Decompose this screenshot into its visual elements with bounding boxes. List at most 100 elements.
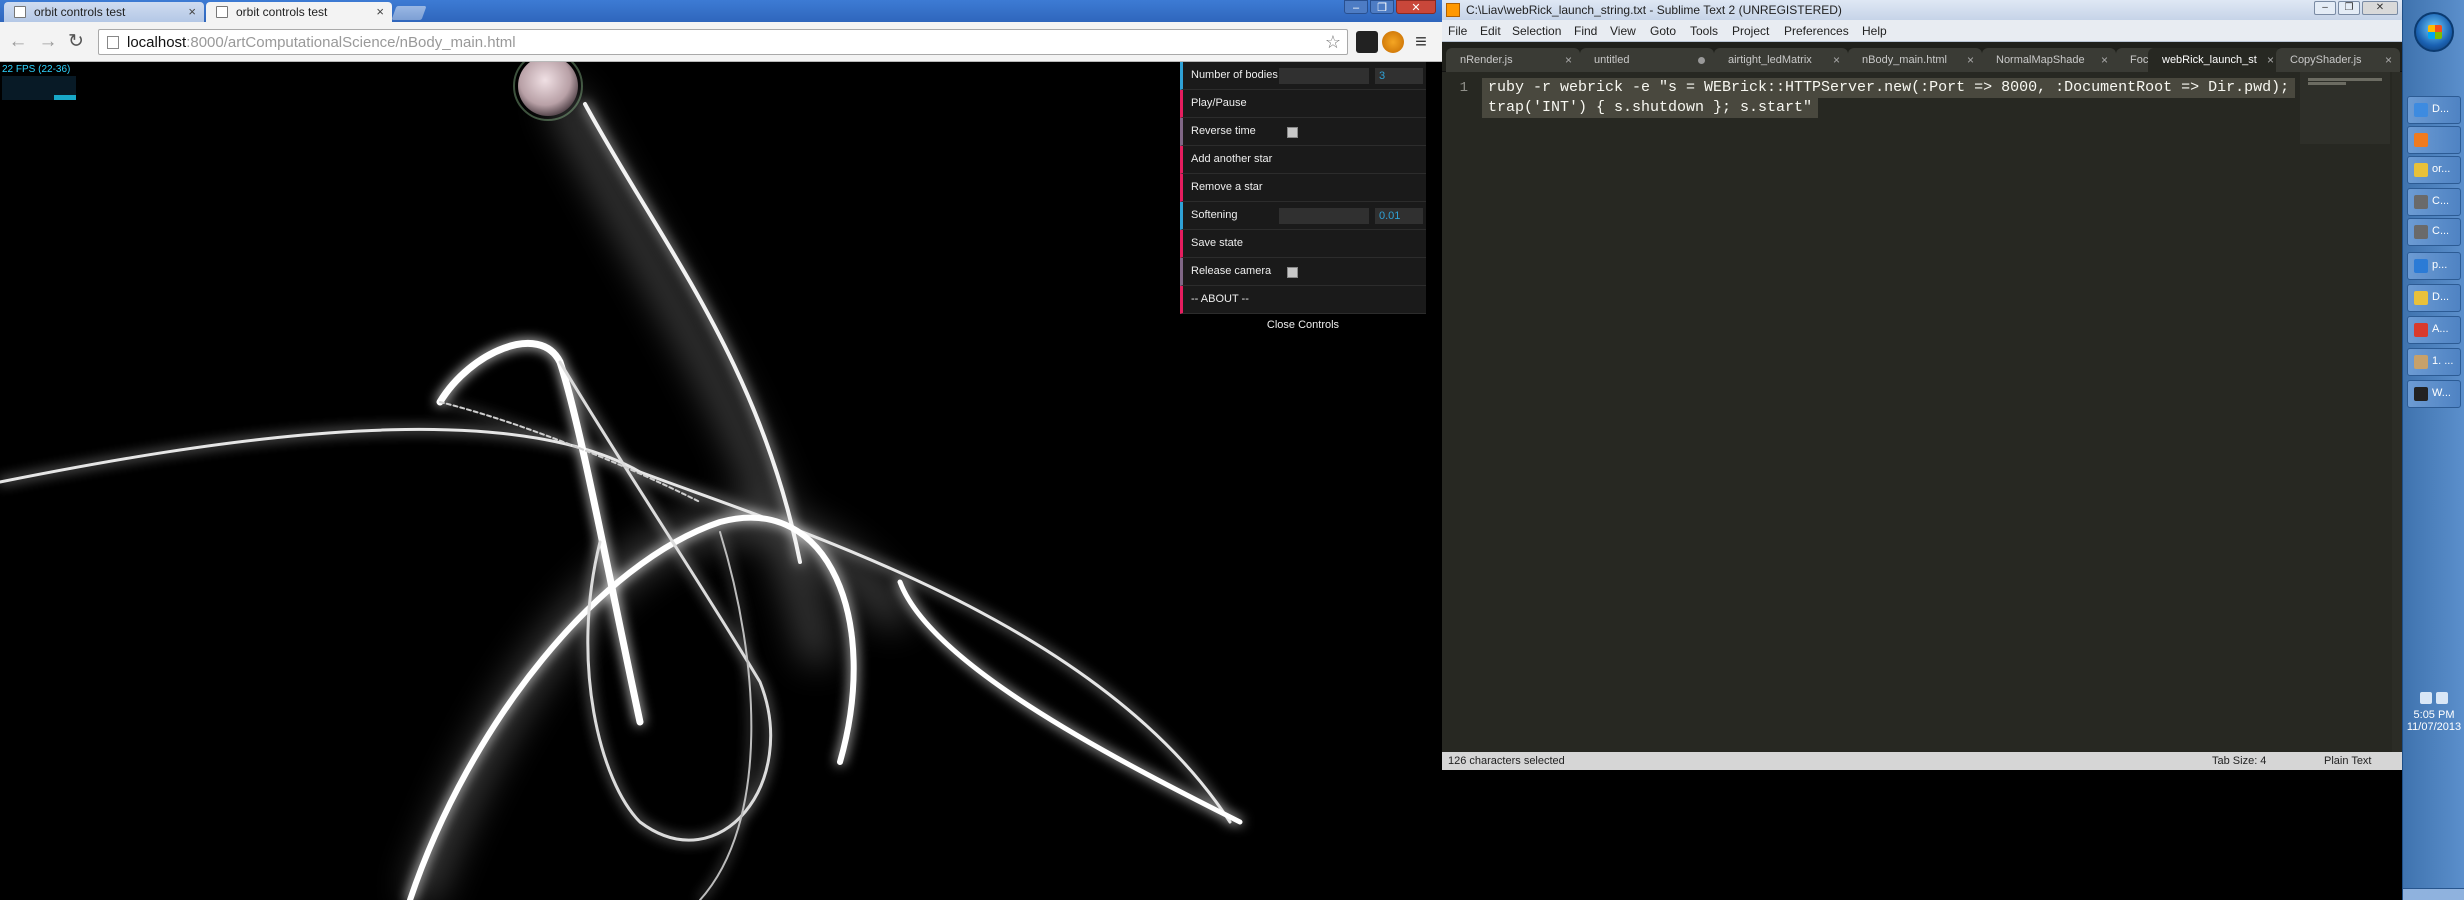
window-title: C:\Liav\webRick_launch_string.txt - Subl… <box>1466 3 1842 17</box>
minimap[interactable] <box>2300 72 2390 144</box>
number-of-bodies-value[interactable]: 3 <box>1375 68 1423 84</box>
number-of-bodies-control[interactable]: Number of bodies 3 <box>1180 62 1426 90</box>
reverse-time-control[interactable]: Reverse time <box>1180 118 1426 146</box>
taskbar-window-button[interactable]: 1. ... <box>2407 348 2461 376</box>
vertical-scrollbar[interactable] <box>2392 72 2402 752</box>
menu-goto[interactable]: Goto <box>1650 24 1676 38</box>
about-button[interactable]: -- ABOUT -- <box>1180 286 1426 314</box>
softening-slider[interactable] <box>1279 208 1369 224</box>
orbit-trail <box>0 427 1232 824</box>
taskbar-window-button[interactable]: C... <box>2407 218 2461 246</box>
remove-star-button[interactable]: Remove a star <box>1180 174 1426 202</box>
extension-cookie-icon[interactable] <box>1382 31 1404 53</box>
chrome-tab-1[interactable]: orbit controls test × <box>4 2 204 22</box>
control-label: Softening <box>1191 209 1238 221</box>
menu-help[interactable]: Help <box>1862 24 1887 38</box>
close-controls-button[interactable]: Close Controls <box>1180 314 1426 334</box>
taskbar-window-button[interactable]: p... <box>2407 252 2461 280</box>
flag-icon[interactable] <box>2420 692 2432 704</box>
taskbar-button-label: p... <box>2432 259 2448 271</box>
close-tab-icon[interactable]: × <box>2267 53 2274 67</box>
extension-icon[interactable] <box>1356 31 1378 53</box>
minimize-button[interactable]: – <box>1344 0 1368 14</box>
chrome-window-controls: – ❐ ✕ <box>1344 0 1436 16</box>
sublime-app-icon <box>1446 3 1460 17</box>
desktop-background <box>1442 770 2402 900</box>
menu-view[interactable]: View <box>1610 24 1636 38</box>
reverse-time-checkbox[interactable] <box>1287 127 1298 138</box>
close-tab-icon[interactable]: × <box>1565 53 1572 67</box>
webgl-canvas[interactable]: 22 FPS (22-36) Number of bodies 3 Play/P… <box>0 62 1442 900</box>
menu-preferences[interactable]: Preferences <box>1784 24 1849 38</box>
editor-tab-active[interactable]: webRick_launch_st × <box>2148 48 2282 72</box>
editor-tab[interactable]: airtight_ledMatrix × <box>1714 48 1848 72</box>
chrome-tab-2[interactable]: orbit controls test × <box>206 2 392 22</box>
forward-icon[interactable]: → <box>36 30 60 54</box>
editor-tab-label: untitled <box>1594 54 1630 66</box>
page-icon <box>14 6 26 18</box>
close-tab-icon[interactable]: × <box>2385 53 2392 67</box>
tab-size-selector[interactable]: Tab Size: 4 <box>2212 752 2266 770</box>
close-tab-icon[interactable]: × <box>1967 53 1974 67</box>
reload-icon[interactable]: ↻ <box>64 30 88 54</box>
orbit-trail <box>699 531 753 900</box>
editor-tab[interactable]: NormalMapShade × <box>1982 48 2116 72</box>
close-window-button[interactable]: ✕ <box>2362 1 2398 15</box>
clock-date[interactable]: 11/07/2013 <box>2403 721 2464 733</box>
play-pause-button[interactable]: Play/Pause <box>1180 90 1426 118</box>
restore-button[interactable]: ❐ <box>2338 1 2360 15</box>
back-icon[interactable]: ← <box>6 30 30 54</box>
close-window-button[interactable]: ✕ <box>1396 0 1436 14</box>
save-state-button[interactable]: Save state <box>1180 230 1426 258</box>
menu-find[interactable]: Find <box>1574 24 1597 38</box>
editor-tab-label: nBody_main.html <box>1862 54 1947 66</box>
clock-time[interactable]: 5:05 PM <box>2403 709 2464 721</box>
taskbar-window-button[interactable]: W... <box>2407 380 2461 408</box>
control-label: Reverse time <box>1191 125 1256 137</box>
menu-edit[interactable]: Edit <box>1480 24 1501 38</box>
menu-project[interactable]: Project <box>1732 24 1769 38</box>
app-icon <box>2414 355 2428 369</box>
editor-tab-label: NormalMapShade <box>1996 54 2085 66</box>
number-of-bodies-slider[interactable] <box>1279 68 1369 84</box>
show-desktop-button[interactable] <box>2403 888 2464 900</box>
taskbar-window-button[interactable]: D... <box>2407 284 2461 312</box>
code-line-selected[interactable]: trap('INT') { s.shutdown }; s.start" <box>1482 98 1819 118</box>
restore-button[interactable]: ❐ <box>1370 0 1394 14</box>
bookmark-star-icon[interactable]: ☆ <box>1325 32 1341 53</box>
text-editor[interactable]: 1 ruby -r webrick -e "s = WEBrick::HTTPS… <box>1442 72 2402 752</box>
close-tab-icon[interactable]: × <box>188 4 196 19</box>
address-bar[interactable]: localhost:8000/artComputationalScience/n… <box>98 29 1348 55</box>
release-camera-checkbox[interactable] <box>1287 267 1298 278</box>
taskbar-window-button[interactable] <box>2407 126 2461 154</box>
syntax-selector[interactable]: Plain Text <box>2324 752 2372 770</box>
menu-tools[interactable]: Tools <box>1690 24 1718 38</box>
menu-selection[interactable]: Selection <box>1512 24 1561 38</box>
page-icon <box>216 6 228 18</box>
editor-tab[interactable]: nRender.js × <box>1446 48 1580 72</box>
taskbar-window-button[interactable]: or... <box>2407 156 2461 184</box>
softening-value[interactable]: 0.01 <box>1375 208 1423 224</box>
start-button[interactable] <box>2414 12 2454 52</box>
minimize-button[interactable]: – <box>2314 1 2336 15</box>
add-star-button[interactable]: Add another star <box>1180 146 1426 174</box>
taskbar-window-button[interactable]: C... <box>2407 188 2461 216</box>
taskbar-window-button[interactable]: D... <box>2407 96 2461 124</box>
control-label: Add another star <box>1191 153 1273 165</box>
editor-tab[interactable]: nBody_main.html × <box>1848 48 1982 72</box>
release-camera-control[interactable]: Release camera <box>1180 258 1426 286</box>
close-tab-icon[interactable]: × <box>2101 53 2108 67</box>
network-icon[interactable] <box>2436 692 2448 704</box>
close-tab-icon[interactable]: × <box>1833 53 1840 67</box>
taskbar-window-button[interactable]: A... <box>2407 316 2461 344</box>
editor-tab[interactable]: untitled <box>1580 48 1714 72</box>
line-number: 1 <box>1459 80 1468 96</box>
menu-file[interactable]: File <box>1448 24 1467 38</box>
menu-icon[interactable]: ≡ <box>1410 31 1432 53</box>
code-line-selected[interactable]: ruby -r webrick -e "s = WEBrick::HTTPSer… <box>1482 78 2296 98</box>
new-tab-button[interactable] <box>391 6 427 20</box>
softening-control[interactable]: Softening 0.01 <box>1180 202 1426 230</box>
close-tab-icon[interactable]: × <box>376 4 384 19</box>
orbit-trail <box>897 579 1243 825</box>
editor-tab[interactable]: CopyShader.js × <box>2276 48 2400 72</box>
